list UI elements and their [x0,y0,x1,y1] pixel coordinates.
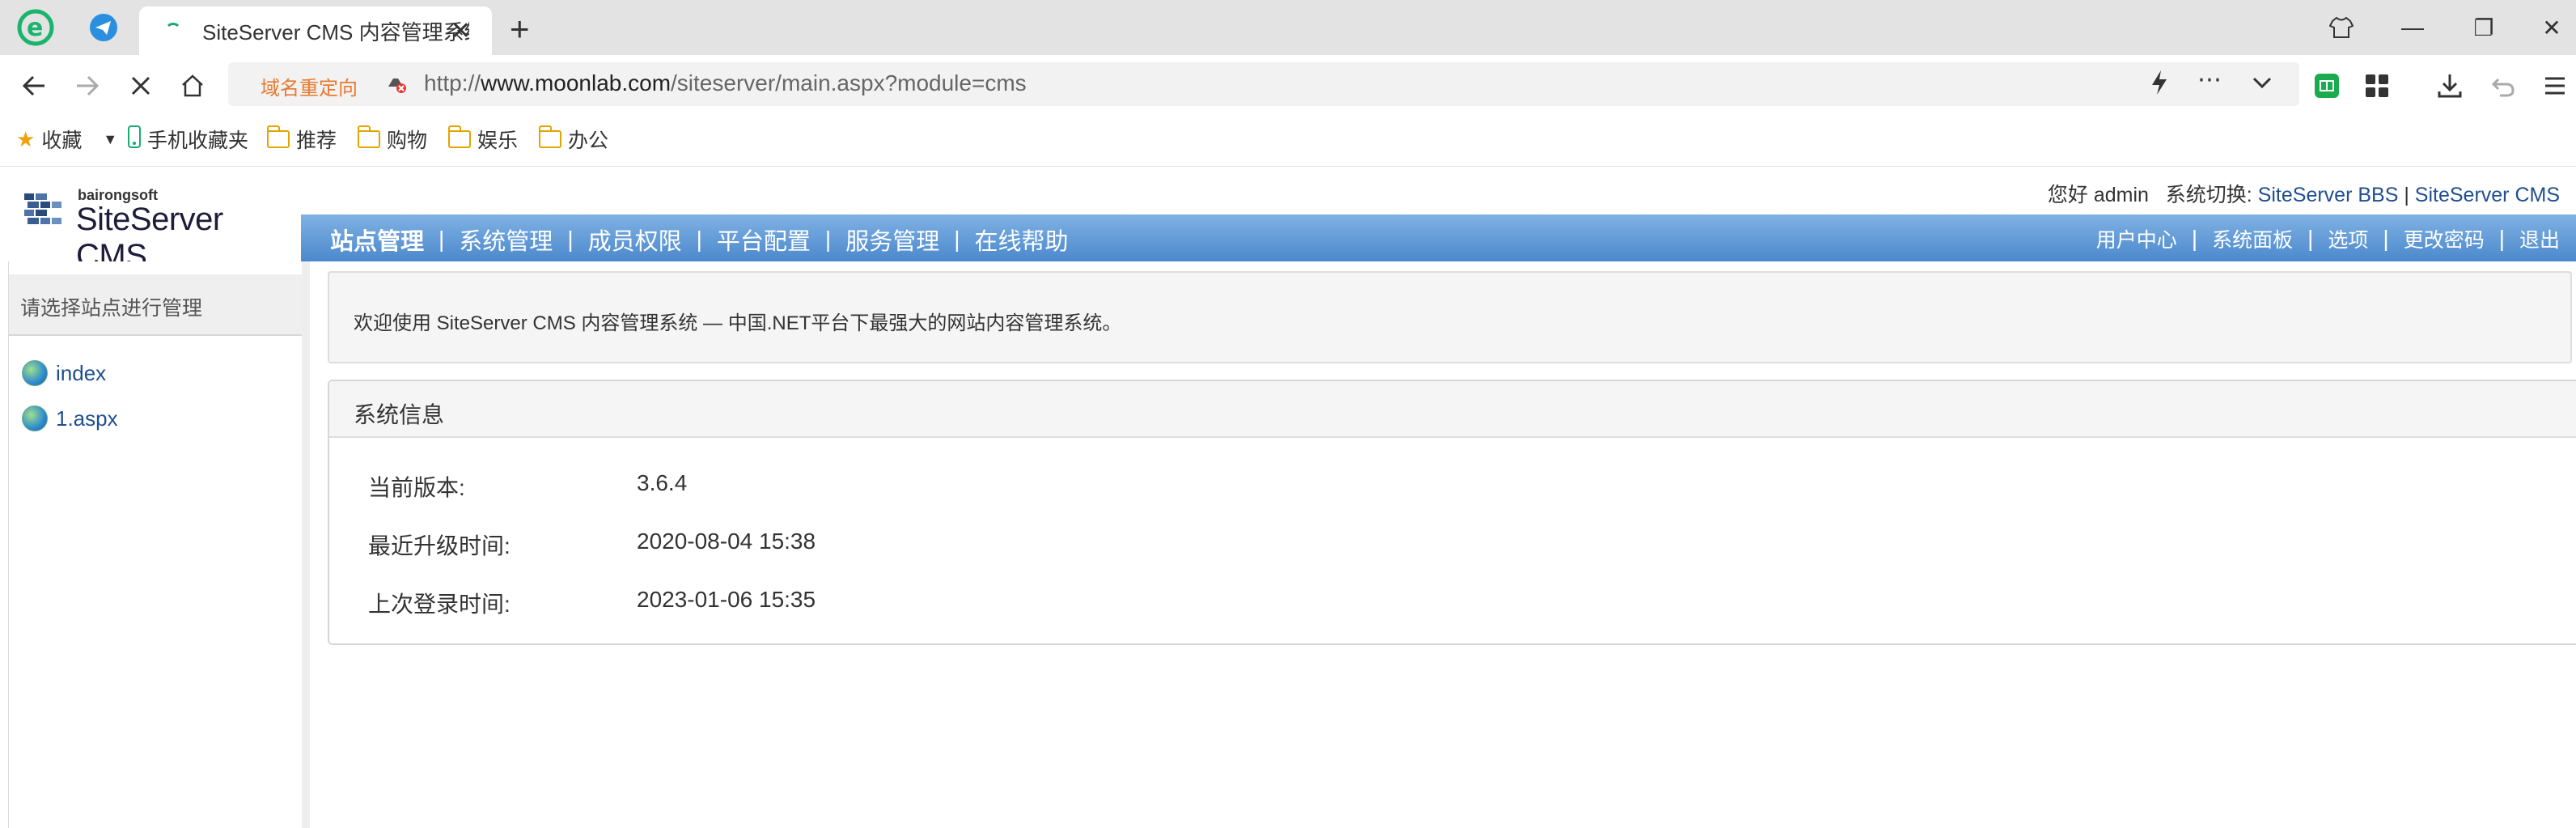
svg-text:e: e [27,14,43,42]
menu-options[interactable]: 选项 [2328,224,2368,253]
lightning-icon[interactable] [2149,69,2170,103]
menu-system-management[interactable]: 系统管理 [459,223,553,257]
stop-loading-icon[interactable] [123,68,159,104]
sidebar-splitter[interactable] [302,261,310,828]
forward-arrow-icon[interactable] [70,68,105,104]
insecure-site-icon[interactable] [385,72,408,100]
folder-icon [448,125,471,148]
tab-title: SiteServer CMS 内容管理系统 [202,19,469,45]
folder-icon [267,125,290,148]
user-greeting: 您好 admin 系统切换: SiteServer BBS | SiteServ… [2047,184,2560,206]
address-bar[interactable]: 域名重定向 http://www.moonlab.com/siteserver/… [228,62,2299,106]
menu-service-management[interactable]: 服务管理 [845,223,939,257]
menu-hamburger-icon[interactable] [2539,70,2571,102]
new-tab-button[interactable]: + [510,10,530,49]
menu-logout[interactable]: 退出 [2519,224,2560,253]
menu-online-help[interactable]: 在线帮助 [974,223,1068,257]
menu-member-permissions[interactable]: 成员权限 [588,223,682,257]
info-row-version: 当前版本: 3.6.4 [368,470,688,500]
skin-shirt-icon[interactable] [2317,6,2366,49]
menu-site-management[interactable]: 站点管理 [330,223,424,257]
maximize-button[interactable]: ❐ [2459,6,2508,49]
menu-change-password[interactable]: 更改密码 [2404,224,2485,253]
bookmark-mobile[interactable]: 手机收藏夹 [128,125,248,154]
info-row-last-upgrade: 最近升级时间: 2020-08-04 15:38 [368,529,816,558]
star-icon: ★ [16,126,36,151]
bookmark-folder[interactable]: 办公 [539,125,608,154]
main-menu: 站点管理 | 系统管理 | 成员权限 | 平台配置 | 服务管理 | 在线帮助 [330,223,1069,257]
undo-icon[interactable] [2487,70,2519,102]
welcome-notice: 欢迎使用 SiteServer CMS 内容管理系统 — 中国.NET平台下最强… [328,271,2572,363]
logo-mark-icon [24,193,61,224]
globe-icon [22,406,48,431]
user-menu: 用户中心 | 系统面板 | 选项 | 更改密码 | 退出 [2095,224,2560,253]
cms-page: bairongsoft SiteServer CMS 您好 admin 系统切换… [0,168,2576,828]
menu-system-panel[interactable]: 系统面板 [2212,224,2293,253]
switch-cms-link[interactable]: SiteServer CMS [2415,184,2560,206]
caret-down-icon[interactable]: ▼ [103,131,117,148]
menu-user-center[interactable]: 用户中心 [2096,224,2177,253]
site-item-1aspx[interactable]: 1.aspx [22,402,118,435]
site-sidebar: 请选择站点进行管理 index 1.aspx [8,261,310,828]
system-info-panel: 系统信息 当前版本: 3.6.4 最近升级时间: 2020-08-04 15:3… [328,380,2576,645]
info-row-last-login: 上次登录时间: 2023-01-06 15:35 [368,587,816,617]
folder-icon [358,125,380,148]
browser-tab-bar: e SiteServer CMS 内容管理系统 ✕ + — ❐ ✕ [0,0,2576,55]
tab-close-icon[interactable]: ✕ [451,17,471,45]
menu-platform-config[interactable]: 平台配置 [717,223,811,257]
more-dots-icon[interactable]: ⋯ [2197,66,2222,94]
bookmarks-bar: ★ 收藏 ▼ 手机收藏夹 推荐 购物 娱乐 办公 [0,113,2576,167]
bookmark-folder[interactable]: 推荐 [267,125,337,154]
chevron-down-icon[interactable] [2251,69,2273,103]
browser-logo-icon[interactable]: e [15,6,57,49]
siteserver-logo[interactable]: bairongsoft SiteServer CMS [24,185,283,274]
folder-icon [539,125,561,148]
download-icon[interactable] [2434,70,2466,102]
bookmark-favorites[interactable]: ★ 收藏 ▼ [16,125,117,154]
minimize-button[interactable]: — [2388,6,2437,49]
bookmark-folder[interactable]: 娱乐 [448,125,518,154]
bookmark-folder[interactable]: 购物 [358,125,427,154]
redirect-tag[interactable]: 域名重定向 [261,72,358,100]
telegram-icon[interactable] [83,6,125,49]
panel-header: 系统信息 [329,381,2576,438]
apps-grid-icon[interactable] [2361,70,2393,102]
globe-icon [22,360,48,386]
close-window-button[interactable]: ✕ [2527,6,2576,49]
home-icon[interactable] [175,68,210,104]
main-menu-bar: 站点管理 | 系统管理 | 成员权限 | 平台配置 | 服务管理 | 在线帮助 … [301,214,2576,261]
panel-title: 系统信息 [354,402,445,427]
browser-nav-bar: 域名重定向 http://www.moonlab.com/siteserver/… [0,55,2576,113]
back-arrow-icon[interactable] [16,68,52,104]
reader-icon[interactable] [2311,70,2343,102]
sidebar-heading: 请选择站点进行管理 [9,274,302,336]
switch-bbs-link[interactable]: SiteServer BBS [2258,184,2399,206]
phone-icon [128,125,141,154]
url-text[interactable]: http://www.moonlab.com/siteserver/main.a… [424,70,1027,96]
active-tab[interactable]: SiteServer CMS 内容管理系统 ✕ [139,6,492,55]
loading-spinner-icon [165,23,181,39]
site-item-index[interactable]: index [22,357,106,389]
